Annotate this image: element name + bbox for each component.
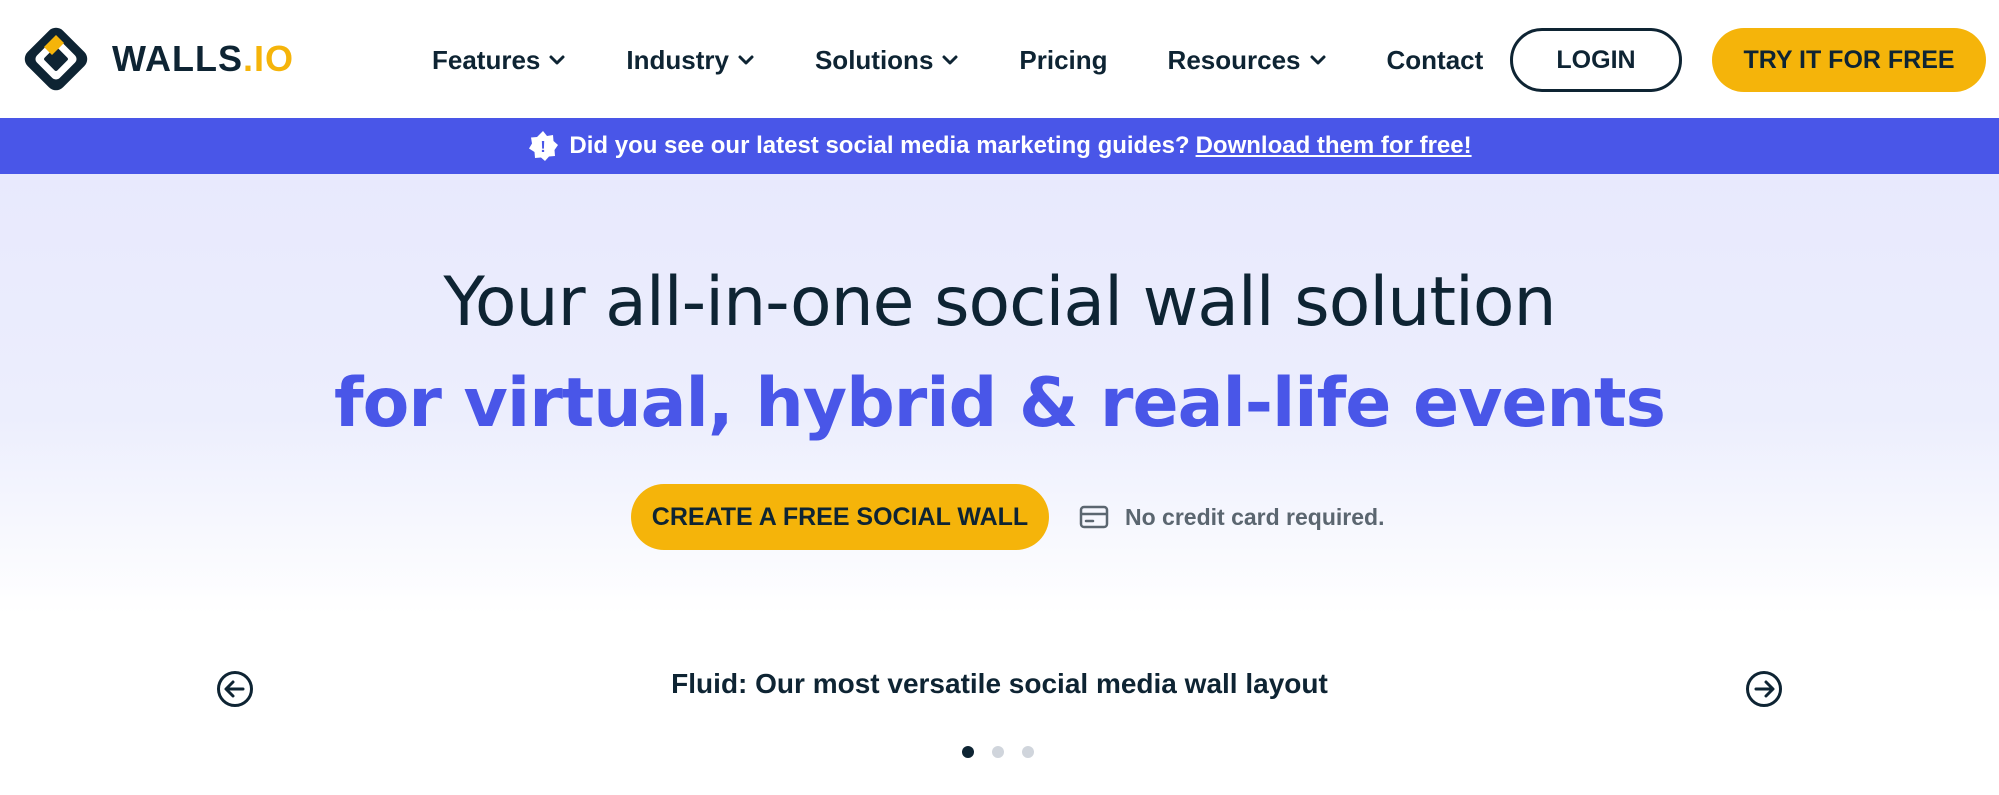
banner-download-link[interactable]: Download them for free! — [1196, 132, 1472, 160]
chevron-down-icon — [549, 55, 565, 65]
slider-caption: Fluid: Our most versatile social media w… — [671, 668, 1328, 699]
logo-wordmark: WALLS.IO — [112, 38, 295, 79]
note-text: No credit card required. — [1125, 503, 1385, 530]
walls-io-logo[interactable]: WALLS.IO — [14, 17, 294, 101]
slider-dot-2[interactable] — [992, 746, 1004, 758]
hero-subtitle: for virtual, hybrid & real-life events — [334, 364, 1666, 443]
slider-dot-3[interactable] — [1022, 746, 1034, 758]
chevron-down-icon — [942, 55, 958, 65]
try-it-for-free-button[interactable]: TRY IT FOR FREE — [1712, 28, 1986, 92]
hero-title: Your all-in-one social wall solution — [443, 263, 1556, 342]
announcement-banner: ! Did you see our latest social media ma… — [0, 118, 1999, 174]
hero-section: Your all-in-one social wall solution for… — [0, 174, 1999, 614]
chevron-down-icon — [1310, 55, 1326, 65]
nav-item-label: Solutions — [814, 44, 934, 75]
svg-text:!: ! — [541, 139, 546, 156]
nav-item-features[interactable]: Features — [432, 45, 566, 76]
star-badge-icon: ! — [529, 131, 559, 161]
site-header: WALLS.IO Features Industry Solutions Pri… — [0, 0, 1999, 118]
walls-io-logo-icon — [24, 27, 88, 91]
nav-item-resources[interactable]: Resources — [1168, 45, 1327, 76]
nav-item-solutions[interactable]: Solutions — [815, 45, 959, 76]
credit-card-icon — [1079, 505, 1109, 529]
no-credit-card-note: No credit card required. — [1079, 504, 1384, 531]
banner-text: Did you see our latest social media mark… — [569, 132, 1190, 159]
slider-dot-1[interactable] — [962, 746, 974, 758]
nav-item-industry[interactable]: Industry — [626, 45, 755, 76]
slider-pagination — [962, 746, 1052, 758]
nav-item-contact[interactable]: Contact — [1387, 45, 1484, 76]
nav-item-label: Pricing — [1019, 44, 1108, 75]
chevron-down-icon — [738, 55, 754, 65]
login-button[interactable]: LOGIN — [1510, 28, 1682, 92]
nav-item-label: Contact — [1386, 44, 1484, 75]
cta-row: CREATE A FREE SOCIAL WALL No credit card… — [631, 484, 1384, 550]
nav-item-label: Features — [432, 44, 541, 75]
nav-item-pricing[interactable]: Pricing — [1019, 45, 1107, 76]
create-free-social-wall-button[interactable]: CREATE A FREE SOCIAL WALL — [631, 484, 1049, 550]
main-nav: Features Industry Solutions Pricing Reso… — [432, 38, 1483, 82]
nav-item-label: Resources — [1167, 44, 1301, 75]
arrow-right-circle-icon[interactable] — [1745, 670, 1783, 708]
nav-item-label: Industry — [626, 44, 729, 75]
